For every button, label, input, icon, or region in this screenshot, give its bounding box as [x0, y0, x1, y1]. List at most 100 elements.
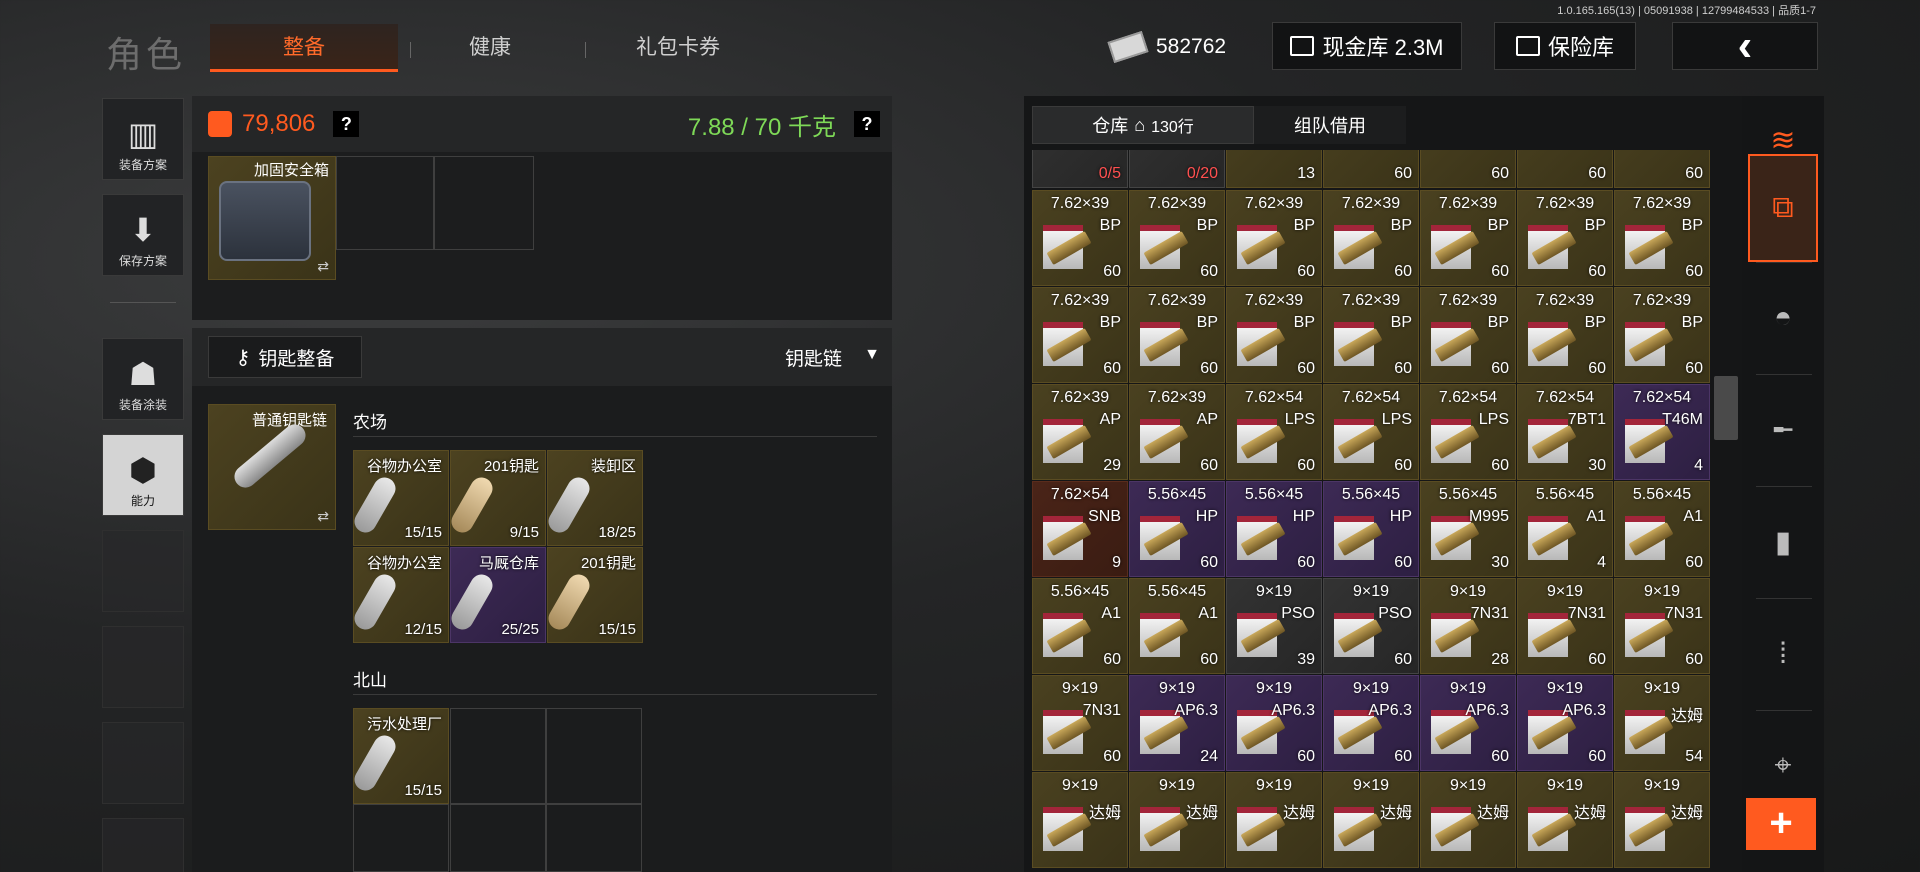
inventory-item[interactable]: 0/5 — [1032, 150, 1128, 188]
tab-team-borrow[interactable]: 组队借用 — [1254, 106, 1406, 144]
ammo-item[interactable]: 5.56×45 HP 60 — [1226, 481, 1322, 577]
key-item[interactable]: 马厩仓库 25/25 — [447, 547, 546, 643]
secure-case-item[interactable]: 加固安全箱 ⇄ — [208, 156, 336, 280]
ammo-item[interactable]: 5.56×45 HP 60 — [1323, 481, 1419, 577]
ammo-item[interactable]: 9×19 AP6.3 60 — [1420, 675, 1516, 771]
key-item[interactable]: 谷物办公室 12/15 — [350, 547, 449, 643]
ammo-item[interactable]: 9×19 AP6.3 60 — [1323, 675, 1419, 771]
ammo-item[interactable]: 7.62×39 BP 60 — [1129, 287, 1225, 383]
ammo-item[interactable]: 7.62×54 7BT1 30 — [1517, 384, 1613, 480]
empty-grid-slot[interactable] — [353, 804, 449, 872]
ammo-item[interactable]: 5.56×45 A1 4 — [1517, 481, 1613, 577]
inventory-item[interactable]: 0/20 — [1129, 150, 1225, 188]
ammo-item[interactable]: 7.62×54 T46M 4 — [1614, 384, 1710, 480]
ammo-item[interactable]: 7.62×39 BP 60 — [1032, 190, 1128, 286]
ammo-item[interactable]: 9×19 PSO 60 — [1323, 578, 1419, 674]
empty-grid-slot[interactable] — [336, 156, 434, 250]
ammo-item[interactable]: 7.62×39 BP 60 — [1032, 287, 1128, 383]
ammo-item[interactable]: 7.62×39 BP 60 — [1129, 190, 1225, 286]
back-button[interactable]: ‹ — [1672, 21, 1818, 70]
keyring-item[interactable]: 普通钥匙链 ⇄ — [208, 404, 336, 530]
ammo-item[interactable]: 7.62×39 BP 60 — [1517, 190, 1613, 286]
ammo-item[interactable]: 9×19 AP6.3 60 — [1226, 675, 1322, 771]
ammo-item[interactable]: 9×19 7N31 60 — [1032, 675, 1128, 771]
save-plan-button[interactable]: ⬇ 保存方案 — [102, 194, 184, 276]
ammo-item[interactable]: 7.62×39 BP 60 — [1614, 287, 1710, 383]
empty-grid-slot[interactable] — [546, 708, 642, 804]
ammo-item[interactable]: 5.56×45 HP 60 — [1129, 481, 1225, 577]
ammo-type: LPS — [1381, 411, 1412, 428]
ammo-item[interactable]: 7.62×54 LPS 60 — [1323, 384, 1419, 480]
key-item[interactable]: 装卸区 18/25 — [544, 450, 643, 546]
ammo-item[interactable]: 9×19 7N31 60 — [1517, 578, 1613, 674]
ammo-category-icon[interactable]: ⁞ — [1748, 614, 1818, 694]
loadout-plan-button[interactable]: ▥ 装备方案 — [102, 98, 184, 180]
empty-grid-slot[interactable] — [546, 804, 642, 872]
empty-grid-slot[interactable] — [450, 804, 546, 872]
equipment-paint-button[interactable]: ☗ 装备涂装 — [102, 338, 184, 420]
ammo-item[interactable]: 5.56×45 A1 60 — [1032, 578, 1128, 674]
key-item[interactable]: 谷物办公室 15/15 — [350, 450, 449, 546]
ammo-item[interactable]: 9×19 AP6.3 60 — [1517, 675, 1613, 771]
ammo-item[interactable]: 9×19 达姆 — [1614, 772, 1710, 868]
ammo-item[interactable]: 7.62×39 BP 60 — [1420, 190, 1516, 286]
ammo-item[interactable]: 7.62×39 BP 60 — [1420, 287, 1516, 383]
swap-icon[interactable]: ⇄ — [317, 508, 329, 525]
ammo-item[interactable]: 9×19 PSO 39 — [1226, 578, 1322, 674]
key-equip-button[interactable]: ⚷ 钥匙整备 — [208, 336, 362, 378]
value-help-button[interactable]: ? — [333, 111, 360, 137]
chevron-down-icon[interactable]: ▼ — [864, 346, 880, 364]
ammo-item[interactable]: 7.62×54 SNB 9 — [1032, 481, 1128, 577]
ammo-item[interactable]: 7.62×39 BP 60 — [1517, 287, 1613, 383]
ammo-item[interactable]: 7.62×39 BP 60 — [1614, 190, 1710, 286]
key-item[interactable]: 201钥匙 9/15 — [447, 450, 546, 546]
weight-help-button[interactable]: ? — [854, 111, 880, 137]
tab-health[interactable]: 健康 — [396, 24, 584, 72]
tab-loadout[interactable]: 整备 — [210, 24, 398, 72]
ammo-item[interactable]: 7.62×39 BP 60 — [1226, 190, 1322, 286]
ammo-item[interactable]: 9×19 达姆 — [1032, 772, 1128, 868]
ammo-item[interactable]: 7.62×39 BP 60 — [1323, 287, 1419, 383]
empty-grid-slot[interactable] — [434, 156, 534, 250]
rifle-category-icon[interactable]: ╾ — [1748, 390, 1818, 470]
key-item[interactable]: 污水处理厂 15/15 — [350, 708, 449, 804]
ammo-item[interactable]: 9×19 达姆 — [1323, 772, 1419, 868]
ammo-item[interactable]: 5.56×45 A1 60 — [1129, 578, 1225, 674]
magazine-category-icon[interactable]: ▮ — [1748, 502, 1818, 582]
inventory-item[interactable]: 60 — [1323, 150, 1419, 188]
inventory-item[interactable]: 60 — [1420, 150, 1516, 188]
add-button[interactable]: + — [1746, 798, 1816, 850]
swap-icon[interactable]: ⇄ — [317, 258, 329, 275]
ammo-item[interactable]: 7.62×39 BP 60 — [1226, 287, 1322, 383]
ammo-item[interactable]: 9×19 达姆 — [1420, 772, 1516, 868]
keychain-filter[interactable]: 钥匙链 — [785, 344, 842, 371]
ammo-item[interactable]: 7.62×39 AP 29 — [1032, 384, 1128, 480]
ability-button[interactable]: ⬢ 能力 — [102, 434, 184, 516]
insurance-button[interactable]: 保险库 — [1494, 22, 1636, 70]
scope-category-icon[interactable]: ⌖ — [1748, 726, 1818, 806]
empty-grid-slot[interactable] — [450, 708, 546, 804]
key-item[interactable]: 201钥匙 15/15 — [544, 547, 643, 643]
ammo-item[interactable]: 5.56×45 M995 30 — [1420, 481, 1516, 577]
inventory-item[interactable]: 60 — [1517, 150, 1613, 188]
ammo-item[interactable]: 7.62×54 LPS 60 — [1420, 384, 1516, 480]
tab-gift-coupons[interactable]: 礼包卡券 — [584, 24, 772, 72]
inventory-scrollbar[interactable] — [1714, 376, 1738, 440]
category-all-icon[interactable]: ⧉ — [1748, 154, 1818, 262]
inventory-item[interactable]: 13 — [1226, 150, 1322, 188]
tab-warehouse[interactable]: 仓库 ⌂ 130行 — [1032, 106, 1254, 144]
ammo-item[interactable]: 9×19 7N31 60 — [1614, 578, 1710, 674]
cash-vault-button[interactable]: 现金库 2.3M — [1272, 22, 1462, 70]
ammo-item[interactable]: 7.62×39 AP 60 — [1129, 384, 1225, 480]
ammo-item[interactable]: 7.62×54 LPS 60 — [1226, 384, 1322, 480]
ammo-item[interactable]: 9×19 AP6.3 24 — [1129, 675, 1225, 771]
ammo-item[interactable]: 9×19 达姆 — [1517, 772, 1613, 868]
ammo-item[interactable]: 9×19 7N31 28 — [1420, 578, 1516, 674]
ammo-item[interactable]: 9×19 达姆 — [1129, 772, 1225, 868]
ammo-item[interactable]: 7.62×39 BP 60 — [1323, 190, 1419, 286]
ammo-item[interactable]: 5.56×45 A1 60 — [1614, 481, 1710, 577]
helmet-category-icon[interactable]: ◓ — [1748, 278, 1818, 358]
inventory-item[interactable]: 60 — [1614, 150, 1710, 188]
ammo-item[interactable]: 9×19 达姆 54 — [1614, 675, 1710, 771]
ammo-item[interactable]: 9×19 达姆 — [1226, 772, 1322, 868]
